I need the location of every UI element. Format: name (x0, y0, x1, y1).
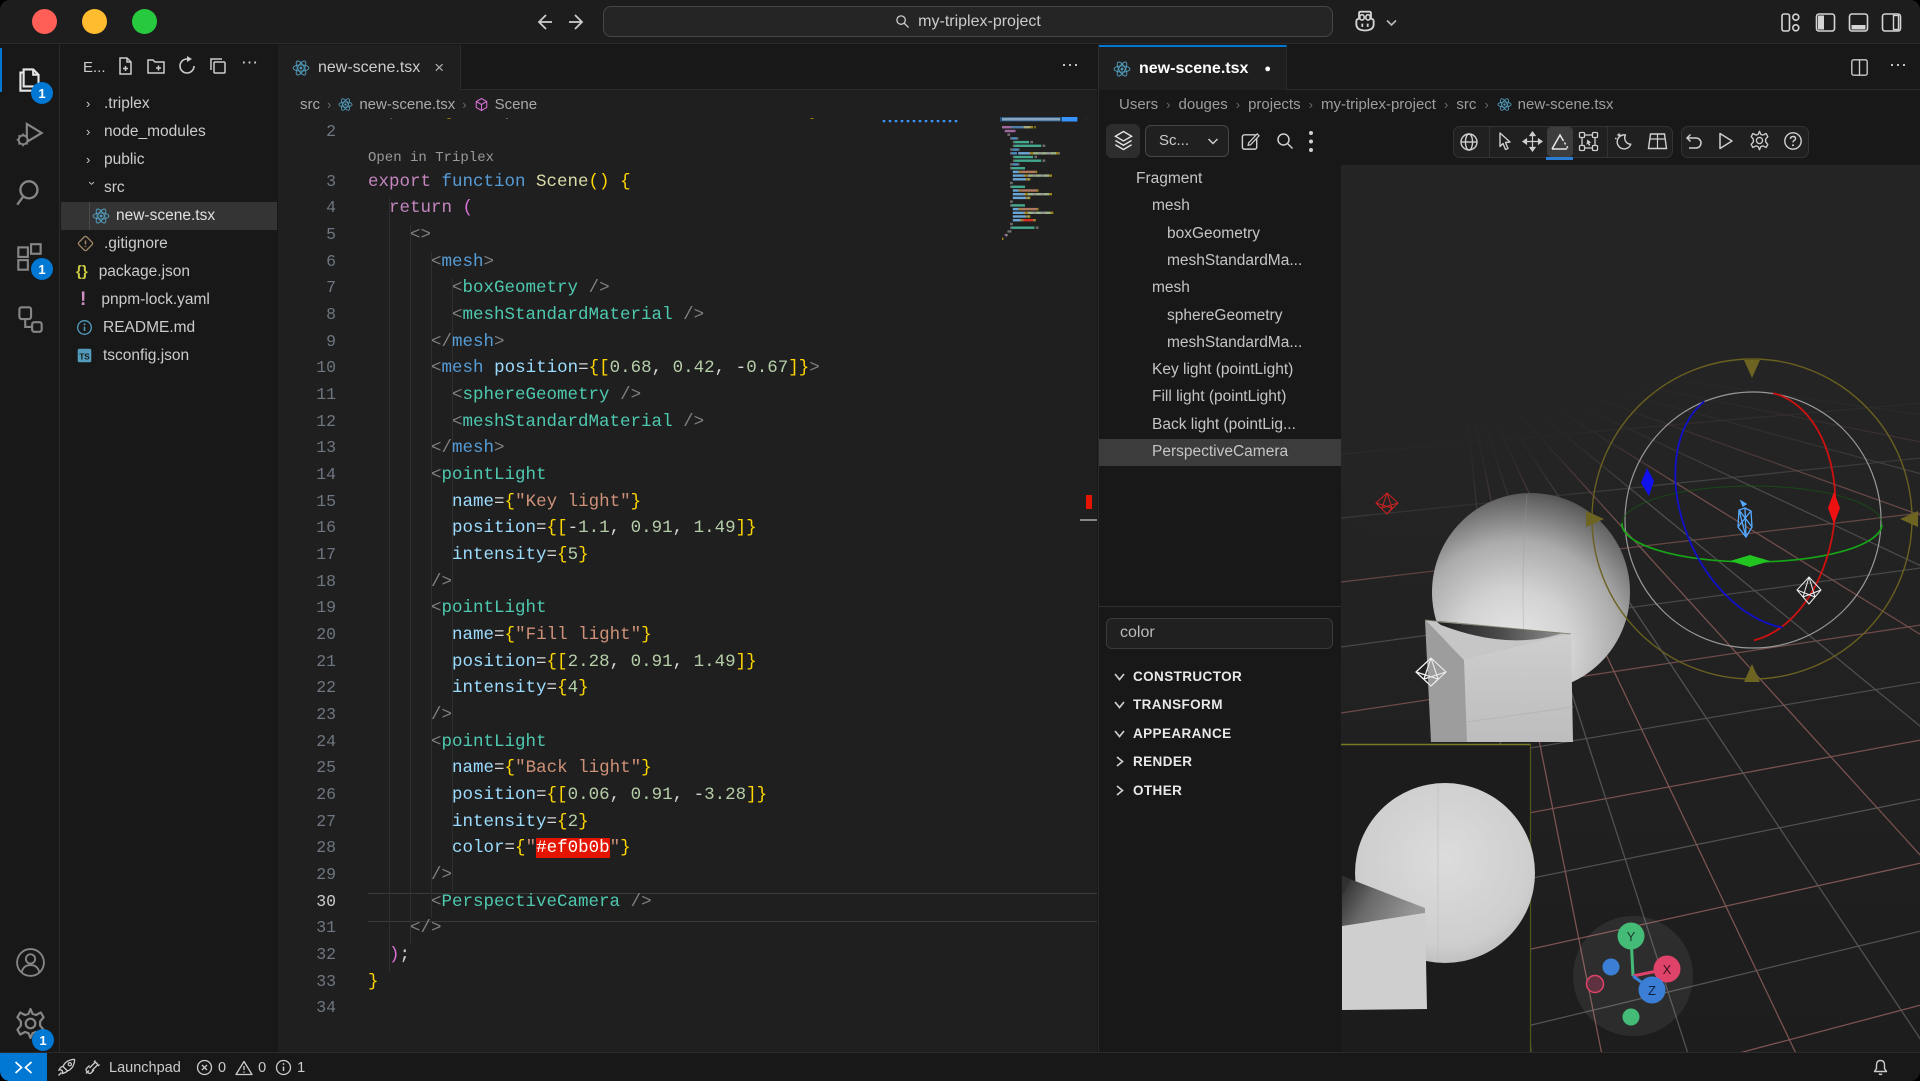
svg-text:TS: TS (79, 352, 90, 361)
svg-text:X: X (1663, 962, 1672, 977)
svg-text:Z: Z (1648, 983, 1656, 998)
svg-text:Y: Y (1627, 929, 1636, 944)
